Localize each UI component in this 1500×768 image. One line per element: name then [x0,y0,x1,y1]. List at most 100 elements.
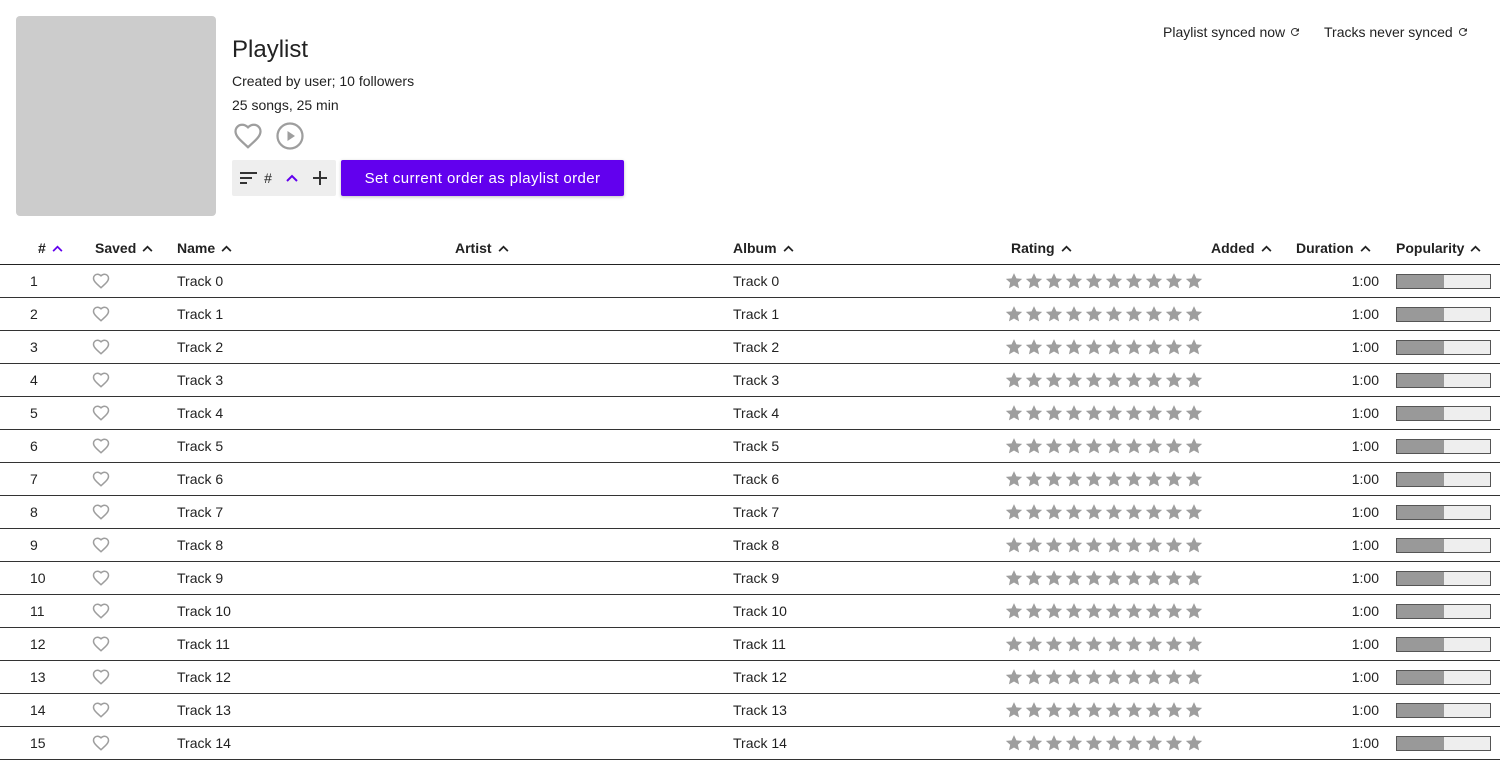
table-row[interactable]: 15 Track 14 Track 14 1:00 [0,727,1500,760]
star-icon[interactable] [1044,304,1064,324]
star-icon[interactable] [1184,667,1204,687]
track-rating[interactable] [1004,628,1204,660]
track-rating[interactable] [1004,265,1204,297]
star-icon[interactable] [1104,337,1124,357]
star-icon[interactable] [1124,568,1144,588]
star-icon[interactable] [1144,568,1164,588]
star-icon[interactable] [1024,700,1044,720]
tracks-sync-status[interactable]: Tracks never synced [1324,24,1469,40]
star-icon[interactable] [1084,403,1104,423]
play-playlist-button[interactable] [274,120,306,152]
star-icon[interactable] [1164,634,1184,654]
star-icon[interactable] [1164,403,1184,423]
star-icon[interactable] [1044,337,1064,357]
star-icon[interactable] [1104,271,1124,291]
star-icon[interactable] [1084,568,1104,588]
save-track-button[interactable] [92,265,110,297]
playlist-sync-status[interactable]: Playlist synced now [1163,24,1301,40]
star-icon[interactable] [1004,700,1024,720]
column-header-rating[interactable]: Rating [1011,232,1072,264]
column-header-duration[interactable]: Duration [1296,232,1371,264]
star-icon[interactable] [1164,469,1184,489]
track-rating[interactable] [1004,661,1204,693]
star-icon[interactable] [1024,403,1044,423]
star-icon[interactable] [1104,568,1124,588]
star-icon[interactable] [1084,304,1104,324]
star-icon[interactable] [1184,568,1204,588]
star-icon[interactable] [1004,601,1024,621]
table-row[interactable]: 5 Track 4 Track 4 1:00 [0,397,1500,430]
save-track-button[interactable] [92,298,110,330]
star-icon[interactable] [1124,403,1144,423]
star-icon[interactable] [1004,304,1024,324]
star-icon[interactable] [1164,667,1184,687]
star-icon[interactable] [1124,634,1144,654]
star-icon[interactable] [1144,634,1164,654]
track-rating[interactable] [1004,562,1204,594]
star-icon[interactable] [1184,370,1204,390]
star-icon[interactable] [1064,601,1084,621]
star-icon[interactable] [1164,601,1184,621]
column-header-name[interactable]: Name [177,232,232,264]
star-icon[interactable] [1184,535,1204,555]
star-icon[interactable] [1024,370,1044,390]
save-track-button[interactable] [92,331,110,363]
star-icon[interactable] [1044,667,1064,687]
column-header-artist[interactable]: Artist [455,232,509,264]
star-icon[interactable] [1044,370,1064,390]
star-icon[interactable] [1184,502,1204,522]
star-icon[interactable] [1164,700,1184,720]
star-icon[interactable] [1084,469,1104,489]
star-icon[interactable] [1024,733,1044,753]
star-icon[interactable] [1184,304,1204,324]
star-icon[interactable] [1184,436,1204,456]
star-icon[interactable] [1164,370,1184,390]
star-icon[interactable] [1124,271,1144,291]
star-icon[interactable] [1064,700,1084,720]
table-row[interactable]: 1 Track 0 Track 0 1:00 [0,265,1500,298]
star-icon[interactable] [1184,601,1204,621]
track-rating[interactable] [1004,727,1204,759]
star-icon[interactable] [1104,502,1124,522]
star-icon[interactable] [1044,634,1064,654]
star-icon[interactable] [1164,535,1184,555]
star-icon[interactable] [1104,370,1124,390]
star-icon[interactable] [1084,271,1104,291]
star-icon[interactable] [1004,568,1024,588]
star-icon[interactable] [1064,403,1084,423]
save-track-button[interactable] [92,496,110,528]
star-icon[interactable] [1164,271,1184,291]
star-icon[interactable] [1104,601,1124,621]
star-icon[interactable] [1084,634,1104,654]
table-row[interactable]: 10 Track 9 Track 9 1:00 [0,562,1500,595]
star-icon[interactable] [1124,700,1144,720]
table-row[interactable]: 8 Track 7 Track 7 1:00 [0,496,1500,529]
star-icon[interactable] [1124,733,1144,753]
table-row[interactable]: 4 Track 3 Track 3 1:00 [0,364,1500,397]
column-header-saved[interactable]: Saved [95,232,153,264]
star-icon[interactable] [1164,304,1184,324]
star-icon[interactable] [1064,469,1084,489]
column-header-popularity[interactable]: Popularity [1396,232,1481,264]
star-icon[interactable] [1064,634,1084,654]
star-icon[interactable] [1004,667,1024,687]
star-icon[interactable] [1184,403,1204,423]
star-icon[interactable] [1044,535,1064,555]
save-track-button[interactable] [92,595,110,627]
star-icon[interactable] [1144,469,1164,489]
star-icon[interactable] [1084,601,1104,621]
star-icon[interactable] [1144,436,1164,456]
table-row[interactable]: 12 Track 11 Track 11 1:00 [0,628,1500,661]
star-icon[interactable] [1164,436,1184,456]
star-icon[interactable] [1044,568,1064,588]
star-icon[interactable] [1064,304,1084,324]
save-track-button[interactable] [92,661,110,693]
star-icon[interactable] [1004,634,1024,654]
star-icon[interactable] [1024,568,1044,588]
track-rating[interactable] [1004,430,1204,462]
star-icon[interactable] [1144,403,1164,423]
track-rating[interactable] [1004,496,1204,528]
save-track-button[interactable] [92,364,110,396]
star-icon[interactable] [1064,535,1084,555]
star-icon[interactable] [1104,469,1124,489]
